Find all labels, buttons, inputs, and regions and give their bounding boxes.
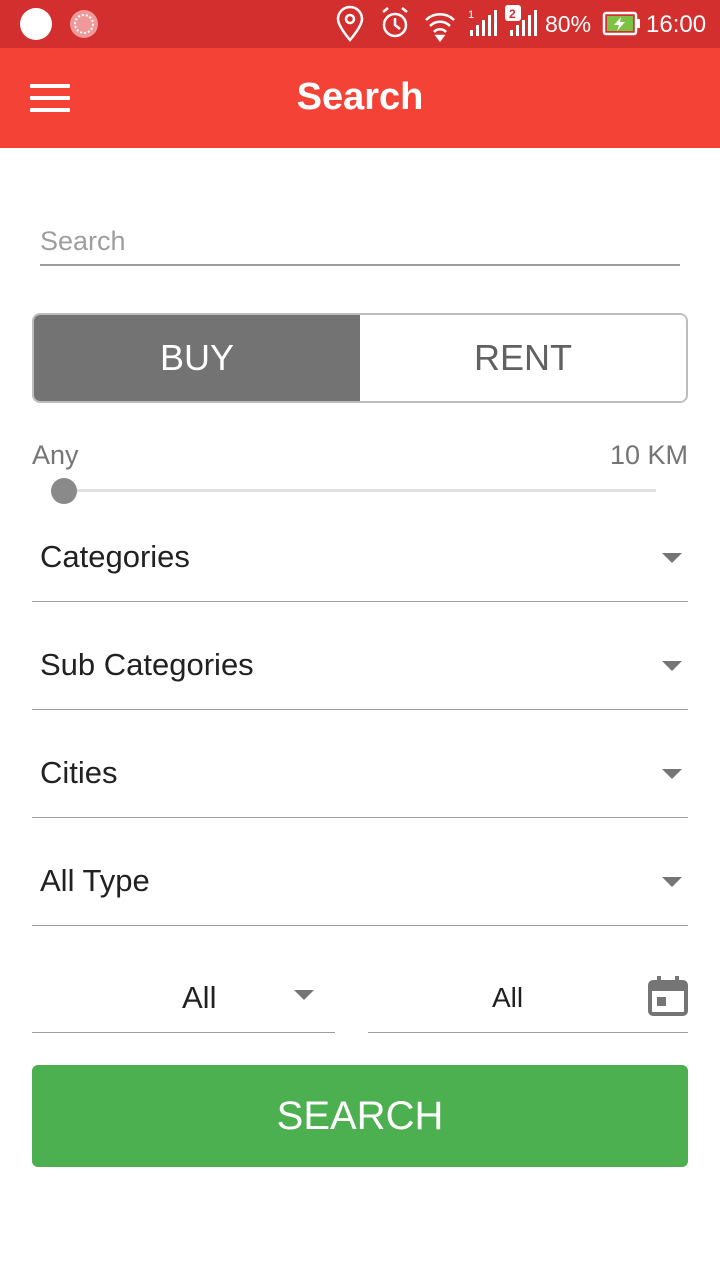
distance-max-label: 10 KM	[609, 440, 688, 470]
listing-type-toggle: BUY RENT	[32, 313, 688, 403]
all-select-dropdown[interactable]: All	[32, 960, 335, 1033]
battery-percent: 80%	[545, 11, 592, 37]
page-title: Search	[296, 76, 424, 118]
categories-dropdown[interactable]: Categories	[32, 511, 688, 602]
search-button[interactable]: SEARCH	[32, 1065, 688, 1167]
all-select-value: All	[182, 980, 217, 1015]
clock: 16:00	[646, 11, 707, 38]
app-bar: Search	[0, 48, 720, 148]
chevron-down-icon	[662, 553, 682, 563]
status-bar: 1 2 80% 16:00	[0, 0, 720, 48]
svg-text:1: 1	[468, 9, 474, 21]
buy-tab[interactable]: BUY	[34, 315, 360, 401]
calendar-icon[interactable]	[648, 976, 688, 1016]
battery-icon	[602, 11, 640, 36]
sub-categories-dropdown[interactable]: Sub Categories	[32, 619, 688, 710]
status-icons: 1 2	[20, 5, 640, 43]
alarm-icon	[382, 7, 408, 38]
cities-dropdown[interactable]: Cities	[32, 727, 688, 818]
type-label: All Type	[40, 863, 150, 898]
chevron-down-icon	[662, 769, 682, 779]
wifi-icon	[425, 13, 455, 43]
location-icon	[336, 5, 364, 42]
categories-label: Categories	[40, 539, 190, 574]
date-value: All	[492, 982, 524, 1013]
chevron-down-icon	[662, 877, 682, 887]
chevron-down-icon	[294, 990, 314, 1000]
date-picker-field[interactable]: All	[368, 960, 688, 1033]
search-input[interactable]	[40, 218, 680, 266]
sub-categories-label: Sub Categories	[40, 647, 254, 682]
rent-tab[interactable]: RENT	[360, 315, 686, 401]
chevron-down-icon	[662, 661, 682, 671]
notification-icon	[20, 8, 52, 40]
distance-min-label: Any	[32, 440, 79, 470]
distance-slider-track[interactable]	[64, 489, 656, 492]
type-dropdown[interactable]: All Type	[32, 835, 688, 926]
svg-text:2: 2	[509, 7, 516, 21]
distance-slider-thumb[interactable]	[51, 478, 77, 504]
cities-label: Cities	[40, 755, 118, 790]
